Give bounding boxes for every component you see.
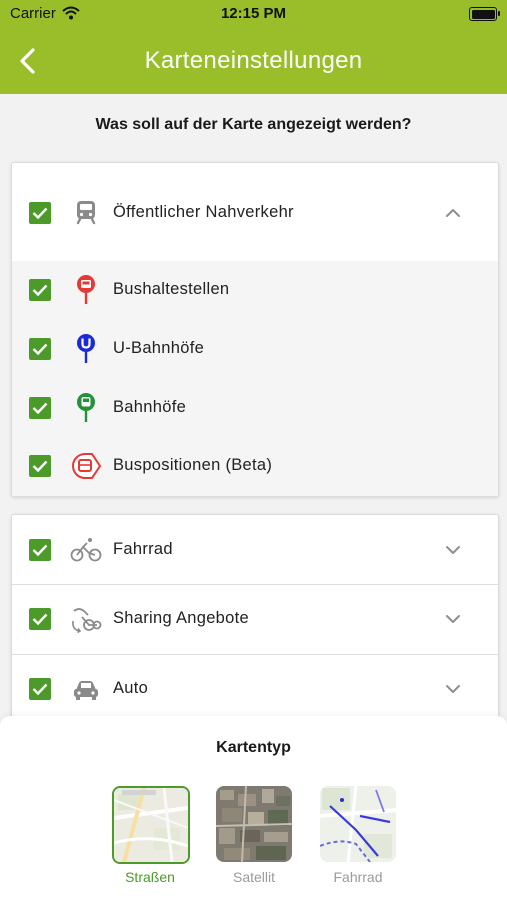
bicycle-label: Fahrrad bbox=[113, 540, 173, 558]
train-stations-checkbox[interactable] bbox=[29, 397, 51, 419]
battery-icon bbox=[469, 7, 500, 21]
section-car[interactable]: Auto bbox=[12, 655, 498, 724]
bicycle-checkbox[interactable] bbox=[29, 539, 51, 561]
subitem-train-stations[interactable]: Bahnhöfe bbox=[12, 378, 498, 436]
status-time: 12:15 PM bbox=[220, 5, 287, 22]
sharing-label: Sharing Angebote bbox=[113, 609, 249, 627]
map-type-title: Kartentyp bbox=[216, 739, 291, 756]
bus-stop-pin-icon bbox=[77, 275, 95, 304]
train-stations-label: Bahnhöfe bbox=[113, 398, 187, 416]
bus-stops-label: Bushaltestellen bbox=[113, 280, 230, 298]
transit-label: Öffentlicher Nahverkehr bbox=[113, 203, 294, 221]
map-type-sheet: Kartentyp Straßen Satellit Fahrrad bbox=[0, 716, 507, 900]
bus-stops-checkbox[interactable] bbox=[29, 279, 51, 301]
bicycle-icon bbox=[70, 538, 102, 562]
status-bar: Carrier 12:15 PM bbox=[0, 0, 507, 28]
section-sharing[interactable]: Sharing Angebote bbox=[12, 585, 498, 654]
map-type-bicycle-thumbnail[interactable] bbox=[320, 786, 396, 862]
transit-subitems: Bushaltestellen U-Bahnhöfe Bahnhöfe Busp… bbox=[12, 261, 498, 496]
car-label: Auto bbox=[113, 679, 149, 697]
section-bicycle[interactable]: Fahrrad bbox=[12, 515, 498, 584]
subitem-bus-positions[interactable]: Buspositionen (Beta) bbox=[12, 437, 498, 495]
subitem-subway[interactable]: U-Bahnhöfe bbox=[12, 319, 498, 377]
map-type-bicycle-label[interactable]: Fahrrad bbox=[303, 869, 413, 885]
subitem-bus-stops[interactable]: Bushaltestellen bbox=[12, 261, 498, 319]
map-type-streets-thumbnail[interactable] bbox=[112, 786, 190, 864]
car-checkbox[interactable] bbox=[29, 678, 51, 700]
transit-card: Öffentlicher Nahverkehr Bushaltestellen bbox=[11, 162, 499, 497]
train-station-pin-icon bbox=[77, 393, 95, 422]
subway-label: U-Bahnhöfe bbox=[113, 339, 205, 357]
bus-positions-checkbox[interactable] bbox=[29, 455, 51, 477]
chevron-down-icon[interactable] bbox=[444, 683, 462, 695]
chevron-up-icon[interactable] bbox=[444, 207, 462, 219]
car-icon bbox=[74, 681, 98, 700]
chevron-down-icon[interactable] bbox=[444, 544, 462, 556]
bus-position-icon bbox=[72, 453, 102, 479]
page-title: Karteneinstellungen bbox=[144, 47, 363, 74]
navigation-bar: Karteneinstellungen bbox=[0, 28, 507, 94]
chevron-down-icon[interactable] bbox=[444, 613, 462, 625]
tram-icon bbox=[76, 201, 96, 225]
map-type-streets-label[interactable]: Straßen bbox=[95, 869, 205, 885]
map-type-satellite-label[interactable]: Satellit bbox=[199, 869, 309, 885]
sharing-bike-icon bbox=[72, 608, 102, 634]
subway-pin-icon bbox=[77, 334, 95, 363]
map-type-satellite-thumbnail[interactable] bbox=[216, 786, 292, 862]
subway-checkbox[interactable] bbox=[29, 338, 51, 360]
sharing-checkbox[interactable] bbox=[29, 608, 51, 630]
bus-positions-label: Buspositionen (Beta) bbox=[113, 456, 273, 474]
section-question: Was soll auf der Karte angezeigt werden? bbox=[95, 116, 412, 133]
other-sections-card: Fahrrad Sharing Angebote Auto bbox=[11, 514, 499, 735]
transit-checkbox[interactable] bbox=[29, 202, 51, 224]
transit-header-row[interactable]: Öffentlicher Nahverkehr bbox=[12, 163, 498, 261]
